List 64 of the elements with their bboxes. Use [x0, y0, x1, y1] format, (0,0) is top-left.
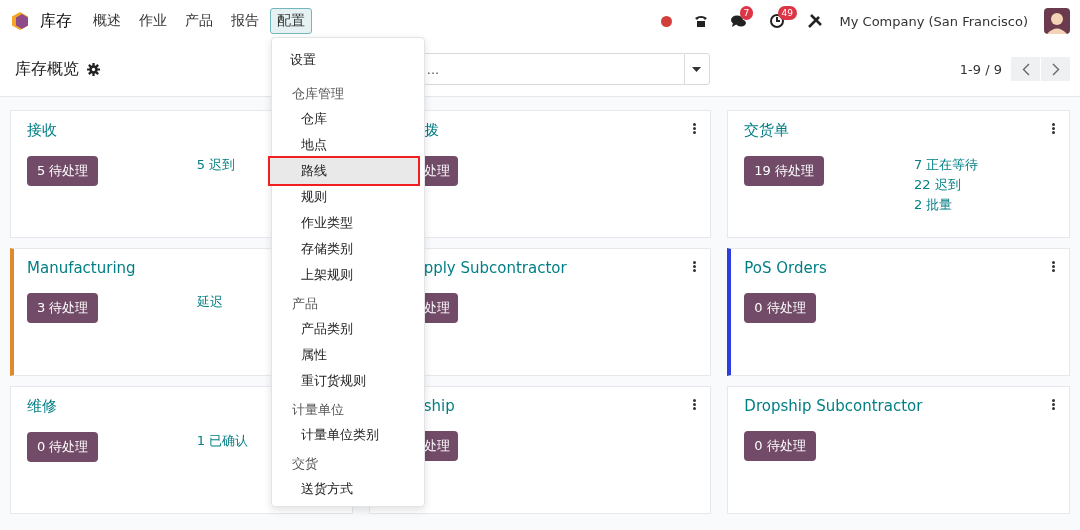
menu-section-header: 产品	[291, 295, 319, 313]
page-title: 库存概览	[15, 58, 79, 80]
menu-item[interactable]: 地点	[270, 132, 418, 158]
nav-menu-item[interactable]: 产品	[178, 8, 220, 34]
pending-button[interactable]: 0 待处理	[744, 293, 816, 323]
nav-menu-item[interactable]: 概述	[86, 8, 128, 34]
pending-button[interactable]: 0 待处理	[27, 432, 99, 462]
menu-item[interactable]: 重订货规则	[270, 368, 418, 394]
card-title[interactable]: 拨	[423, 121, 439, 140]
card-title[interactable]: ship	[423, 397, 455, 415]
more-options-icon[interactable]	[693, 123, 697, 134]
more-options-icon[interactable]	[1052, 123, 1055, 134]
user-avatar[interactable]	[1044, 8, 1070, 34]
chevron-left-icon	[1021, 62, 1030, 76]
menu-item[interactable]: 属性	[270, 342, 418, 368]
menu-item[interactable]: 设置	[270, 42, 418, 78]
menu-section-header: 计量单位	[291, 401, 345, 419]
chevron-right-icon	[1051, 62, 1060, 76]
menu-item[interactable]: 仓库	[270, 106, 418, 132]
menu-item[interactable]: 规则	[270, 184, 418, 210]
pending-button[interactable]: 0 待处理	[744, 431, 816, 461]
card-title[interactable]: 维修	[27, 397, 57, 416]
pager-value[interactable]: 1-9 / 9	[959, 61, 1002, 77]
menu-item[interactable]: 送货方式	[270, 476, 418, 502]
nav-menu-item[interactable]: 作业	[132, 8, 174, 34]
menu-section-header: 仓库管理	[291, 85, 345, 103]
status-link[interactable]: 22 迟到	[914, 176, 1069, 194]
status-link[interactable]: 2 批量	[914, 196, 1069, 214]
logo-icon	[10, 11, 30, 31]
menu-item[interactable]: 产品类别	[270, 316, 418, 342]
menu-item[interactable]: 作业类型	[270, 210, 418, 236]
pending-button[interactable]: 处理	[423, 293, 458, 323]
nav-menu-item[interactable]: 配置	[270, 8, 312, 34]
nav-menu-item[interactable]: 报告	[224, 8, 266, 34]
card-title[interactable]: 接收	[27, 121, 57, 140]
message-count: 7	[739, 6, 754, 20]
more-options-icon[interactable]	[693, 399, 697, 410]
menu-item[interactable]: 路线	[270, 158, 418, 184]
status-dot-icon[interactable]	[660, 15, 672, 27]
activity-count: 49	[777, 6, 797, 20]
tools-icon[interactable]	[806, 13, 823, 29]
card-title[interactable]: Manufacturing	[27, 259, 136, 277]
menu-item[interactable]: 计量单位类别	[270, 422, 418, 448]
card-title[interactable]: pply Subcontractor	[423, 259, 567, 277]
more-options-icon[interactable]	[1052, 261, 1055, 272]
card-title[interactable]: 交货单	[744, 121, 790, 140]
menu-item[interactable]: 存储类别	[270, 236, 418, 262]
pending-button[interactable]: 处理	[423, 431, 458, 461]
search-options-toggle[interactable]	[683, 53, 710, 85]
company-switcher[interactable]: My Company (San Francisco)	[839, 13, 1028, 29]
pending-button[interactable]: 3 待处理	[27, 293, 99, 323]
caret-icon	[692, 66, 702, 72]
pending-button[interactable]: 19 待处理	[744, 156, 824, 186]
app-name[interactable]: 库存	[40, 10, 72, 32]
more-options-icon[interactable]	[1052, 399, 1055, 410]
more-options-icon[interactable]	[693, 261, 697, 272]
settings-icon[interactable]	[87, 62, 100, 76]
card-title[interactable]: PoS Orders	[744, 259, 827, 277]
pending-button[interactable]: 处理	[423, 156, 458, 186]
menu-section-header: 交货	[291, 455, 319, 473]
status-link[interactable]: 7 正在等待	[914, 156, 1069, 174]
card-title[interactable]: Dropship Subcontractor	[744, 397, 923, 415]
menu-item[interactable]: 上架规则	[270, 262, 418, 288]
pending-button[interactable]: 5 待处理	[27, 156, 99, 186]
